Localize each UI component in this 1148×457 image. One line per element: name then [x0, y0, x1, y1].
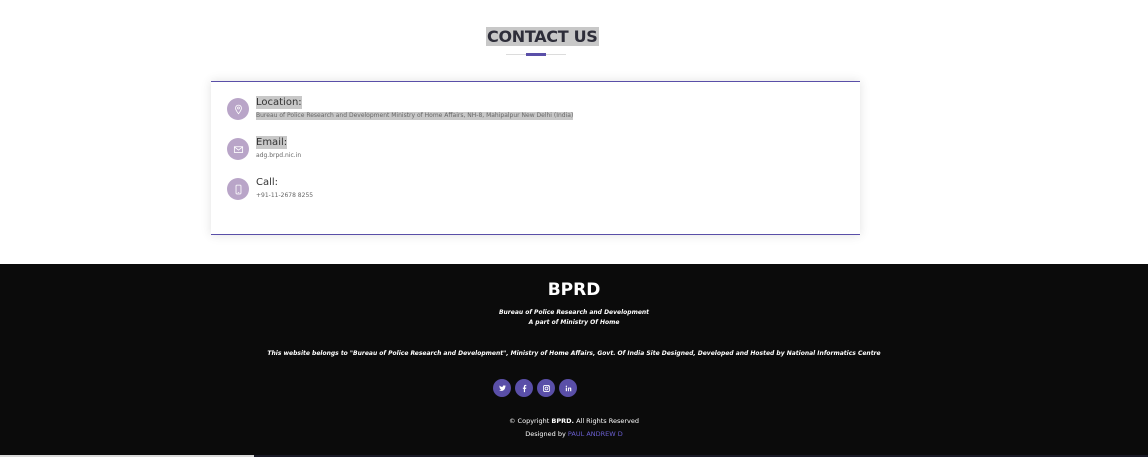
designer-link[interactable]: PAUL ANDREW D	[568, 430, 623, 438]
mobile-phone-icon	[227, 178, 249, 200]
copyright-brand: BPRD.	[551, 417, 574, 425]
designed-by-prefix: Designed by	[525, 430, 566, 438]
email-label: Email:	[256, 136, 288, 149]
call-label: Call:	[256, 177, 279, 188]
location-label: Location:	[256, 96, 302, 109]
footer-org-name: Bureau of Police Research and Developmen…	[498, 309, 650, 316]
section-title: CONTACT US	[486, 27, 599, 46]
location-value: Bureau of Police Research and Developmen…	[256, 112, 574, 120]
social-links	[493, 379, 577, 397]
email-value[interactable]: adg.brpd.nic.in	[256, 152, 301, 160]
contact-info-box: Location: Bureau of Police Research and …	[211, 81, 860, 235]
copyright-prefix: © Copyright	[508, 417, 550, 425]
footer-org-sub: A part of Ministry Of Home	[528, 319, 620, 326]
twitter-icon[interactable]	[493, 379, 511, 397]
site-footer: BPRD Bureau of Police Research and Devel…	[0, 264, 1148, 455]
footer-disclaimer: This website belongs to "Bureau of Polic…	[267, 350, 881, 357]
title-accent-bar	[526, 53, 546, 56]
contact-section: CONTACT US Location: Bureau of Police Re…	[0, 0, 1148, 264]
copyright-suffix: All Rights Reserved	[576, 417, 640, 425]
footer-designed-by: Designed by PAUL ANDREW D	[0, 430, 1148, 439]
instagram-icon[interactable]	[537, 379, 555, 397]
linkedin-icon[interactable]	[559, 379, 577, 397]
footer-copyright: © Copyright BPRD. All Rights Reserved	[0, 417, 1148, 426]
footer-brand: BPRD	[547, 280, 601, 300]
map-pin-icon	[227, 98, 249, 120]
call-value[interactable]: +91-11-2678 8255	[256, 192, 313, 200]
facebook-icon[interactable]	[515, 379, 533, 397]
envelope-icon	[227, 138, 249, 160]
